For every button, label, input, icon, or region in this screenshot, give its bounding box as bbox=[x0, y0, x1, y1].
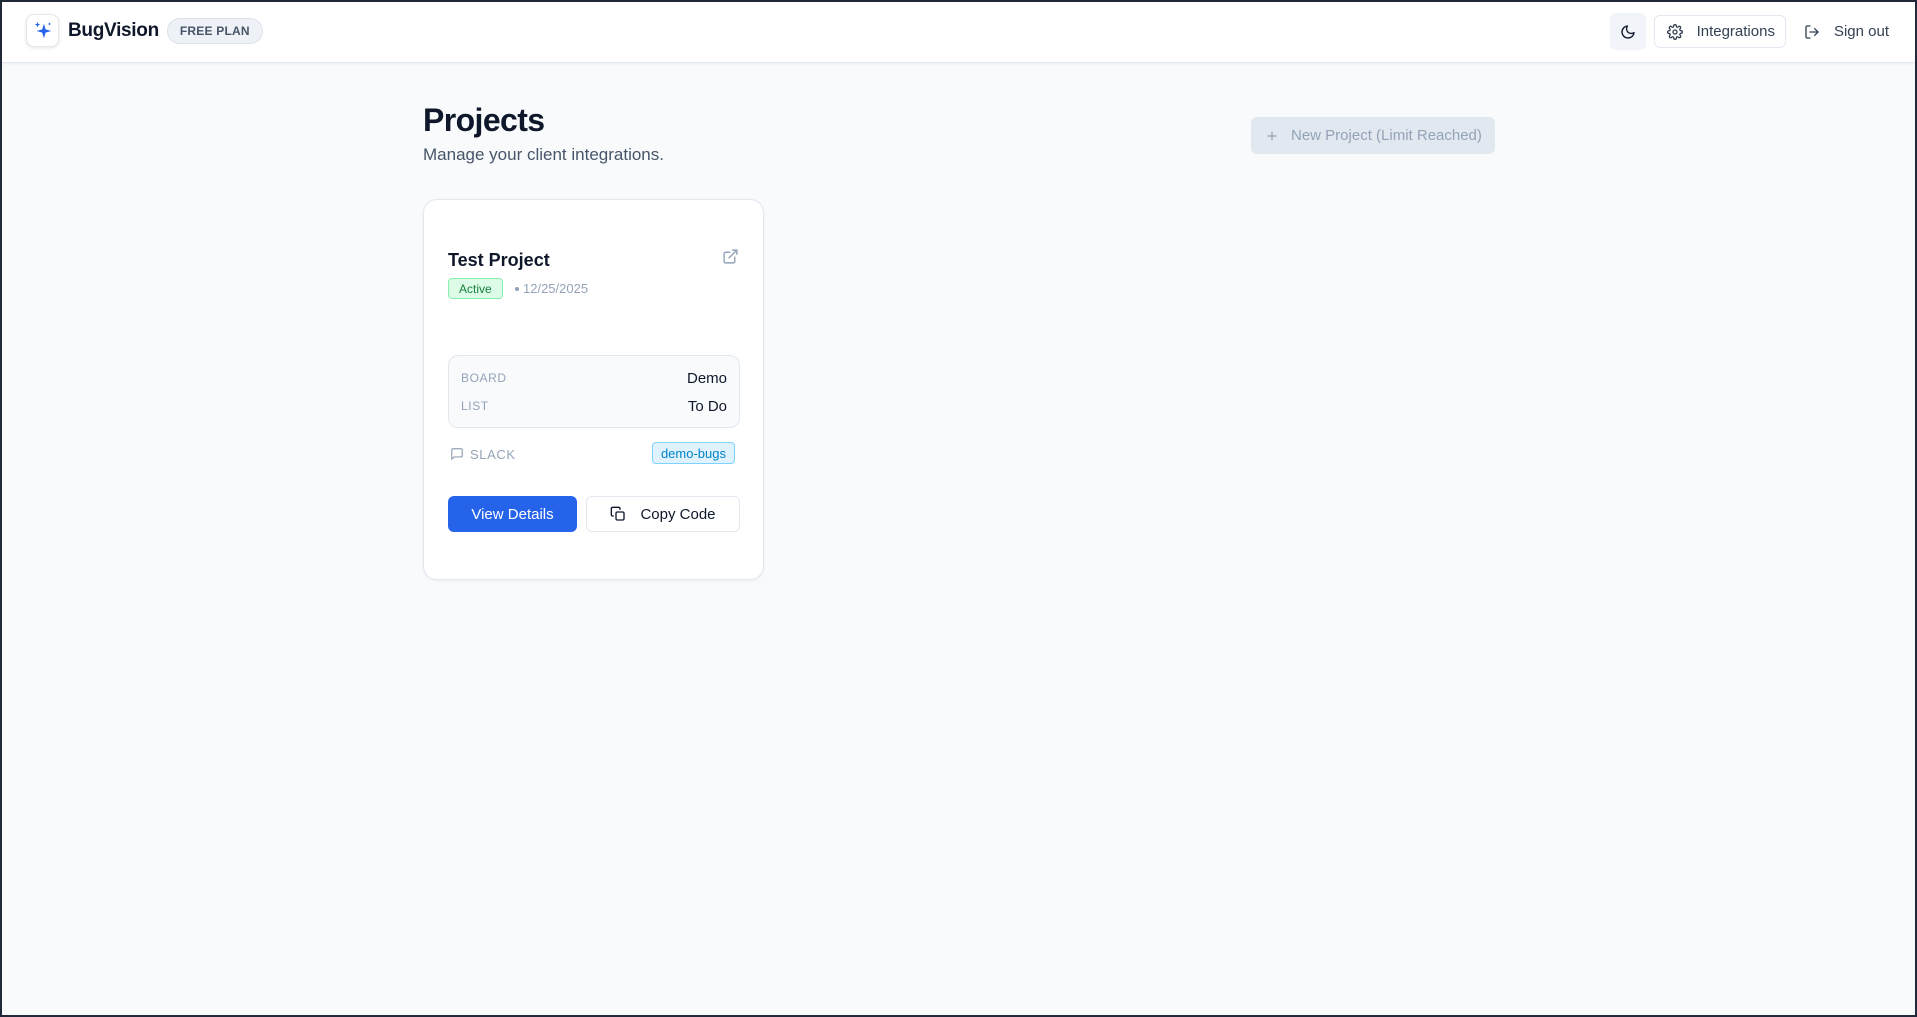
project-date-text: 12/25/2025 bbox=[523, 281, 589, 296]
logo bbox=[26, 14, 59, 47]
plus-icon bbox=[1267, 130, 1277, 141]
view-details-button[interactable]: View Details bbox=[448, 496, 577, 532]
status-badge: Active bbox=[448, 278, 503, 299]
chat-bubble-icon bbox=[451, 448, 463, 460]
copy-code-label: Copy Code bbox=[640, 505, 716, 523]
open-project-link[interactable] bbox=[722, 248, 739, 265]
list-value: To Do bbox=[687, 397, 727, 415]
sign-out-button[interactable]: Sign out bbox=[1804, 15, 1889, 48]
integrations-label: Integrations bbox=[1696, 23, 1775, 40]
plan-badge: FREE PLAN bbox=[166, 17, 263, 44]
slack-channel-tag: demo-bugs bbox=[651, 442, 735, 464]
sparkle-icon bbox=[34, 21, 51, 38]
brand-name: BugVision bbox=[68, 19, 159, 41]
new-project-button[interactable]: New Project (Limit Reached) bbox=[1251, 117, 1495, 154]
brand[interactable]: BugVision FREE PLAN bbox=[26, 14, 263, 47]
moon-icon bbox=[1620, 24, 1635, 39]
slack-row: SLACK bbox=[450, 444, 516, 464]
board-row: BOARD Demo bbox=[461, 368, 727, 388]
project-title: Test Project bbox=[448, 250, 550, 270]
external-link-icon bbox=[723, 249, 738, 264]
page-subtitle: Manage your client integrations. bbox=[423, 145, 664, 164]
integrations-button[interactable]: Integrations bbox=[1653, 15, 1786, 48]
window-frame bbox=[0, 0, 1917, 1017]
copy-icon bbox=[611, 506, 626, 521]
page-title: Projects bbox=[423, 102, 545, 138]
board-label: BOARD bbox=[461, 371, 507, 385]
project-card: Test Project Active 12/25/2025 BOARD Dem… bbox=[423, 199, 764, 580]
new-project-label: New Project (Limit Reached) bbox=[1291, 127, 1482, 144]
separator-dot bbox=[515, 286, 519, 291]
logout-icon bbox=[1805, 24, 1819, 39]
copy-code-button[interactable]: Copy Code bbox=[586, 496, 740, 532]
slack-label: SLACK bbox=[470, 446, 516, 462]
project-date: 12/25/2025 bbox=[515, 281, 588, 296]
gear-icon bbox=[1666, 23, 1683, 40]
trello-info-box: BOARD Demo LIST To Do bbox=[448, 355, 740, 428]
list-label: LIST bbox=[461, 399, 489, 413]
list-row: LIST To Do bbox=[461, 396, 727, 416]
sign-out-label: Sign out bbox=[1833, 23, 1889, 40]
theme-toggle-button[interactable] bbox=[1609, 13, 1646, 50]
board-value: Demo bbox=[686, 369, 727, 387]
header-actions: Integrations Sign out bbox=[1609, 13, 1889, 50]
top-navigation-bar: BugVision FREE PLAN Integrations Sign ou… bbox=[0, 0, 1917, 63]
